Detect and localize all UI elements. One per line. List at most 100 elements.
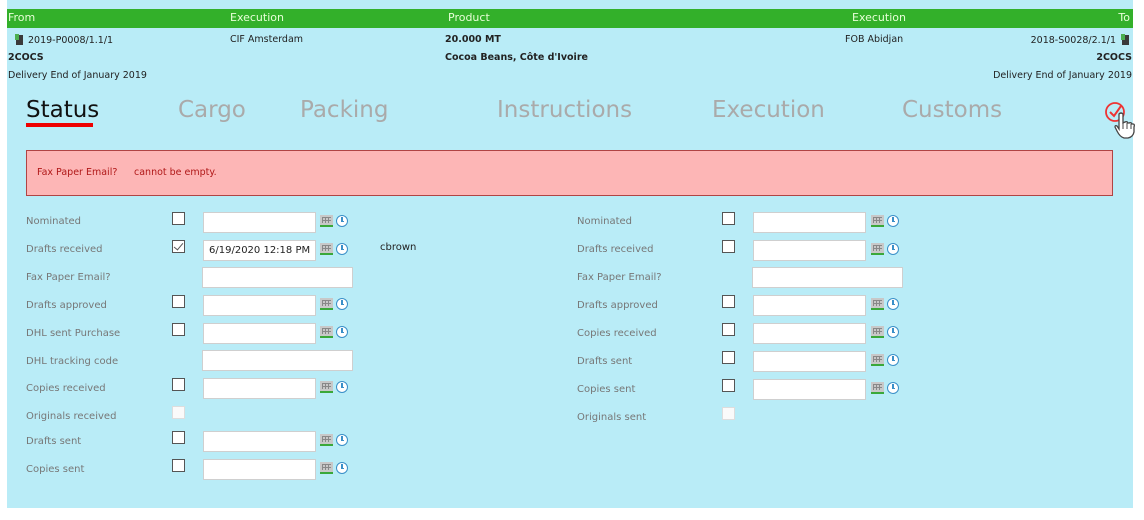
header-execution-left: Execution [230,11,284,24]
drafts-received-checkbox[interactable] [172,240,185,253]
nominated-date-input[interactable] [203,212,316,233]
field-label: Drafts sent [26,436,82,447]
field-label: Drafts sent [577,356,633,367]
from-contract[interactable]: 2019-P0008/1.1/1 [28,35,113,46]
clock-icon[interactable] [336,298,348,310]
to-execution: FOB Abidjan [845,34,904,45]
drafts-sent-date-input[interactable] [753,351,866,372]
error-message: cannot be empty. [134,167,217,178]
field-label: Nominated [26,216,82,227]
field-label: Copies sent [26,464,85,475]
copies-received-checkbox[interactable] [722,323,735,336]
tab-status[interactable]: Status [26,97,99,123]
product-name: Cocoa Beans, Côte d'Ivoire [445,52,588,63]
field-label: Copies received [577,328,657,339]
calendar-icon[interactable] [871,243,884,255]
copies-sent-date-input[interactable] [203,459,316,480]
calendar-icon[interactable] [320,243,333,255]
active-tab-indicator [26,123,93,127]
clock-icon[interactable] [887,298,899,310]
drafts-sent-checkbox[interactable] [722,351,735,364]
calendar-icon[interactable] [871,382,884,394]
dhl-sent-purchase-date-input[interactable] [203,323,316,344]
clock-icon[interactable] [887,382,899,394]
field-label: DHL sent Purchase [26,328,121,339]
dhl-sent-purchase-checkbox[interactable] [172,323,185,336]
calendar-icon[interactable] [320,298,333,310]
clock-icon[interactable] [336,215,348,227]
document-icon [15,34,24,45]
from-contract-link[interactable]: 2019-P0008/1.1/1 [15,34,113,46]
tab-execution[interactable]: Execution [712,97,825,123]
field-label: Drafts received [26,244,103,255]
calendar-icon[interactable] [320,215,333,227]
drafts-approved-date-input[interactable] [203,295,316,316]
field-label: Copies sent [577,384,636,395]
document-icon [1121,34,1130,45]
drafts-received-checkbox[interactable] [722,240,735,253]
copies-sent-checkbox[interactable] [172,459,185,472]
clock-icon[interactable] [336,381,348,393]
calendar-icon[interactable] [320,434,333,446]
originals-sent-checkbox [722,407,735,420]
to-contract[interactable]: 2018-S0028/2.1/1 [1031,35,1116,46]
field-label: Originals sent [577,412,647,423]
tab-cargo[interactable]: Cargo [178,97,246,123]
field-label: Fax Paper Email? [577,272,662,283]
dhl-tracking-code-input[interactable] [202,350,353,371]
from-execution: CIF Amsterdam [230,34,304,45]
drafts-received-user: cbrown [380,242,417,253]
tab-customs[interactable]: Customs [902,97,1002,123]
nominated-checkbox[interactable] [722,212,735,225]
field-label: Drafts approved [577,300,658,311]
calendar-icon[interactable] [871,326,884,338]
clock-icon[interactable] [336,434,348,446]
header-bar: From Execution Product Execution To [7,9,1133,28]
copies-sent-date-input[interactable] [753,379,866,400]
nominated-date-input[interactable] [753,212,866,233]
validation-error-banner: Fax Paper Email? cannot be empty. [26,150,1113,196]
drafts-sent-date-input[interactable] [203,431,316,452]
to-contract-link[interactable]: 2018-S0028/2.1/1 [1031,34,1130,46]
calendar-icon[interactable] [871,298,884,310]
to-code: 2COCS [1096,52,1132,63]
calendar-icon[interactable] [871,215,884,227]
field-label: DHL tracking code [26,356,119,367]
clock-icon[interactable] [887,326,899,338]
drafts-approved-date-input[interactable] [753,295,866,316]
clock-icon[interactable] [887,243,899,255]
field-label: Drafts approved [26,300,107,311]
fax-paper-email-input[interactable] [752,267,903,288]
calendar-icon[interactable] [320,462,333,474]
tab-packing[interactable]: Packing [300,97,388,123]
clock-icon[interactable] [336,243,348,255]
copies-received-date-input[interactable] [203,378,316,399]
header-execution-right: Execution [852,11,906,24]
copies-received-date-input[interactable] [753,323,866,344]
drafts-received-date-input[interactable]: 6/19/2020 12:18 PM [203,240,316,261]
clock-icon[interactable] [336,326,348,338]
field-label: Copies received [26,383,106,394]
calendar-icon[interactable] [320,381,333,393]
clock-icon[interactable] [887,215,899,227]
calendar-icon[interactable] [871,354,884,366]
clock-icon[interactable] [336,462,348,474]
from-code: 2COCS [8,52,44,63]
calendar-icon[interactable] [320,326,333,338]
field-label: Nominated [577,216,633,227]
field-label: Fax Paper Email? [26,272,111,283]
field-label: Drafts received [577,244,654,255]
drafts-approved-checkbox[interactable] [172,295,185,308]
from-delivery: Delivery End of January 2019 [8,70,147,81]
drafts-received-date-input[interactable] [753,240,866,261]
tab-instructions[interactable]: Instructions [497,97,632,123]
nominated-checkbox[interactable] [172,212,185,225]
drafts-approved-checkbox[interactable] [722,295,735,308]
fax-paper-email-input[interactable] [202,267,353,288]
copies-received-checkbox[interactable] [172,378,185,391]
field-label: Originals received [26,411,117,422]
clock-icon[interactable] [887,354,899,366]
to-delivery: Delivery End of January 2019 [993,70,1132,81]
drafts-sent-checkbox[interactable] [172,431,185,444]
copies-sent-checkbox[interactable] [722,379,735,392]
